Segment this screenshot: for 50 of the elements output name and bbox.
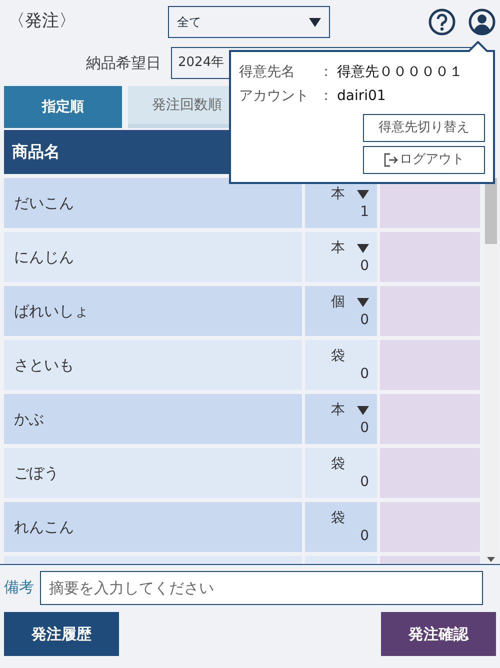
separator-text: ： bbox=[319, 63, 334, 82]
unit-dropdown-icon bbox=[357, 298, 369, 306]
unit-label: 袋 bbox=[331, 509, 345, 527]
scrollbar[interactable] bbox=[483, 178, 499, 564]
sort-tab[interactable]: 指定順 bbox=[4, 86, 122, 128]
unit-label: 本 bbox=[331, 185, 345, 203]
logout-icon bbox=[384, 153, 398, 167]
unit-label: 本 bbox=[331, 401, 345, 419]
order-confirm-button[interactable]: 発注確認 bbox=[381, 612, 496, 656]
logout-button[interactable]: ログアウト bbox=[363, 146, 485, 174]
quantity-value: 0 bbox=[360, 473, 369, 491]
field-value: 得意先０００００１ bbox=[337, 63, 463, 82]
scroll-down-icon[interactable] bbox=[487, 557, 495, 562]
delivery-date-label: 納品希望日 bbox=[85, 52, 162, 74]
unit-dropdown-icon bbox=[357, 190, 369, 198]
unit-cell[interactable]: 本 0 bbox=[305, 394, 377, 444]
order-history-button[interactable]: 発注履歴 bbox=[4, 612, 119, 656]
switch-customer-button[interactable]: 得意先切り替え bbox=[363, 114, 485, 142]
product-name-cell: だいこん bbox=[4, 178, 302, 228]
unit-label: 個 bbox=[331, 293, 345, 311]
remarks-label: 備考 bbox=[4, 577, 34, 598]
product-name-cell: かぶ bbox=[4, 394, 302, 444]
separator-text: ： bbox=[319, 87, 334, 106]
quantity-value: 0 bbox=[360, 365, 369, 383]
quantity-value: 0 bbox=[360, 311, 369, 329]
product-name-cell: ばれいしょ bbox=[4, 286, 302, 336]
unit-cell[interactable]: 本 0 bbox=[305, 232, 377, 282]
product-name-cell: さといも bbox=[4, 340, 302, 390]
quantity-value: 0 bbox=[360, 527, 369, 545]
filter-select[interactable]: 全て bbox=[168, 6, 330, 38]
dropdown-caret-icon bbox=[309, 18, 321, 26]
product-name-cell: れんこん bbox=[4, 502, 302, 552]
product-name-cell: ごぼう bbox=[4, 448, 302, 498]
help-icon[interactable] bbox=[428, 8, 456, 36]
unit-label: 袋 bbox=[331, 347, 345, 365]
quantity-value: 0 bbox=[360, 257, 369, 275]
product-name-cell: にんじん bbox=[4, 232, 302, 282]
unit-dropdown-icon bbox=[357, 244, 369, 252]
back-button[interactable]: 〈発注〉 bbox=[8, 9, 168, 35]
field-value: dairi01 bbox=[337, 87, 386, 106]
scrollbar-thumb[interactable] bbox=[485, 178, 497, 244]
quantity-value: 1 bbox=[360, 203, 369, 221]
field-label: 得意先名 bbox=[239, 63, 296, 82]
user-icon[interactable] bbox=[468, 8, 496, 36]
unit-cell[interactable]: 個 0 bbox=[305, 286, 377, 336]
unit-dropdown-icon bbox=[357, 406, 369, 414]
unit-label: 袋 bbox=[331, 455, 345, 473]
quantity-value: 0 bbox=[360, 419, 369, 437]
unit-label: 本 bbox=[331, 239, 345, 257]
remarks-field[interactable]: 摘要を入力してください bbox=[40, 570, 483, 604]
